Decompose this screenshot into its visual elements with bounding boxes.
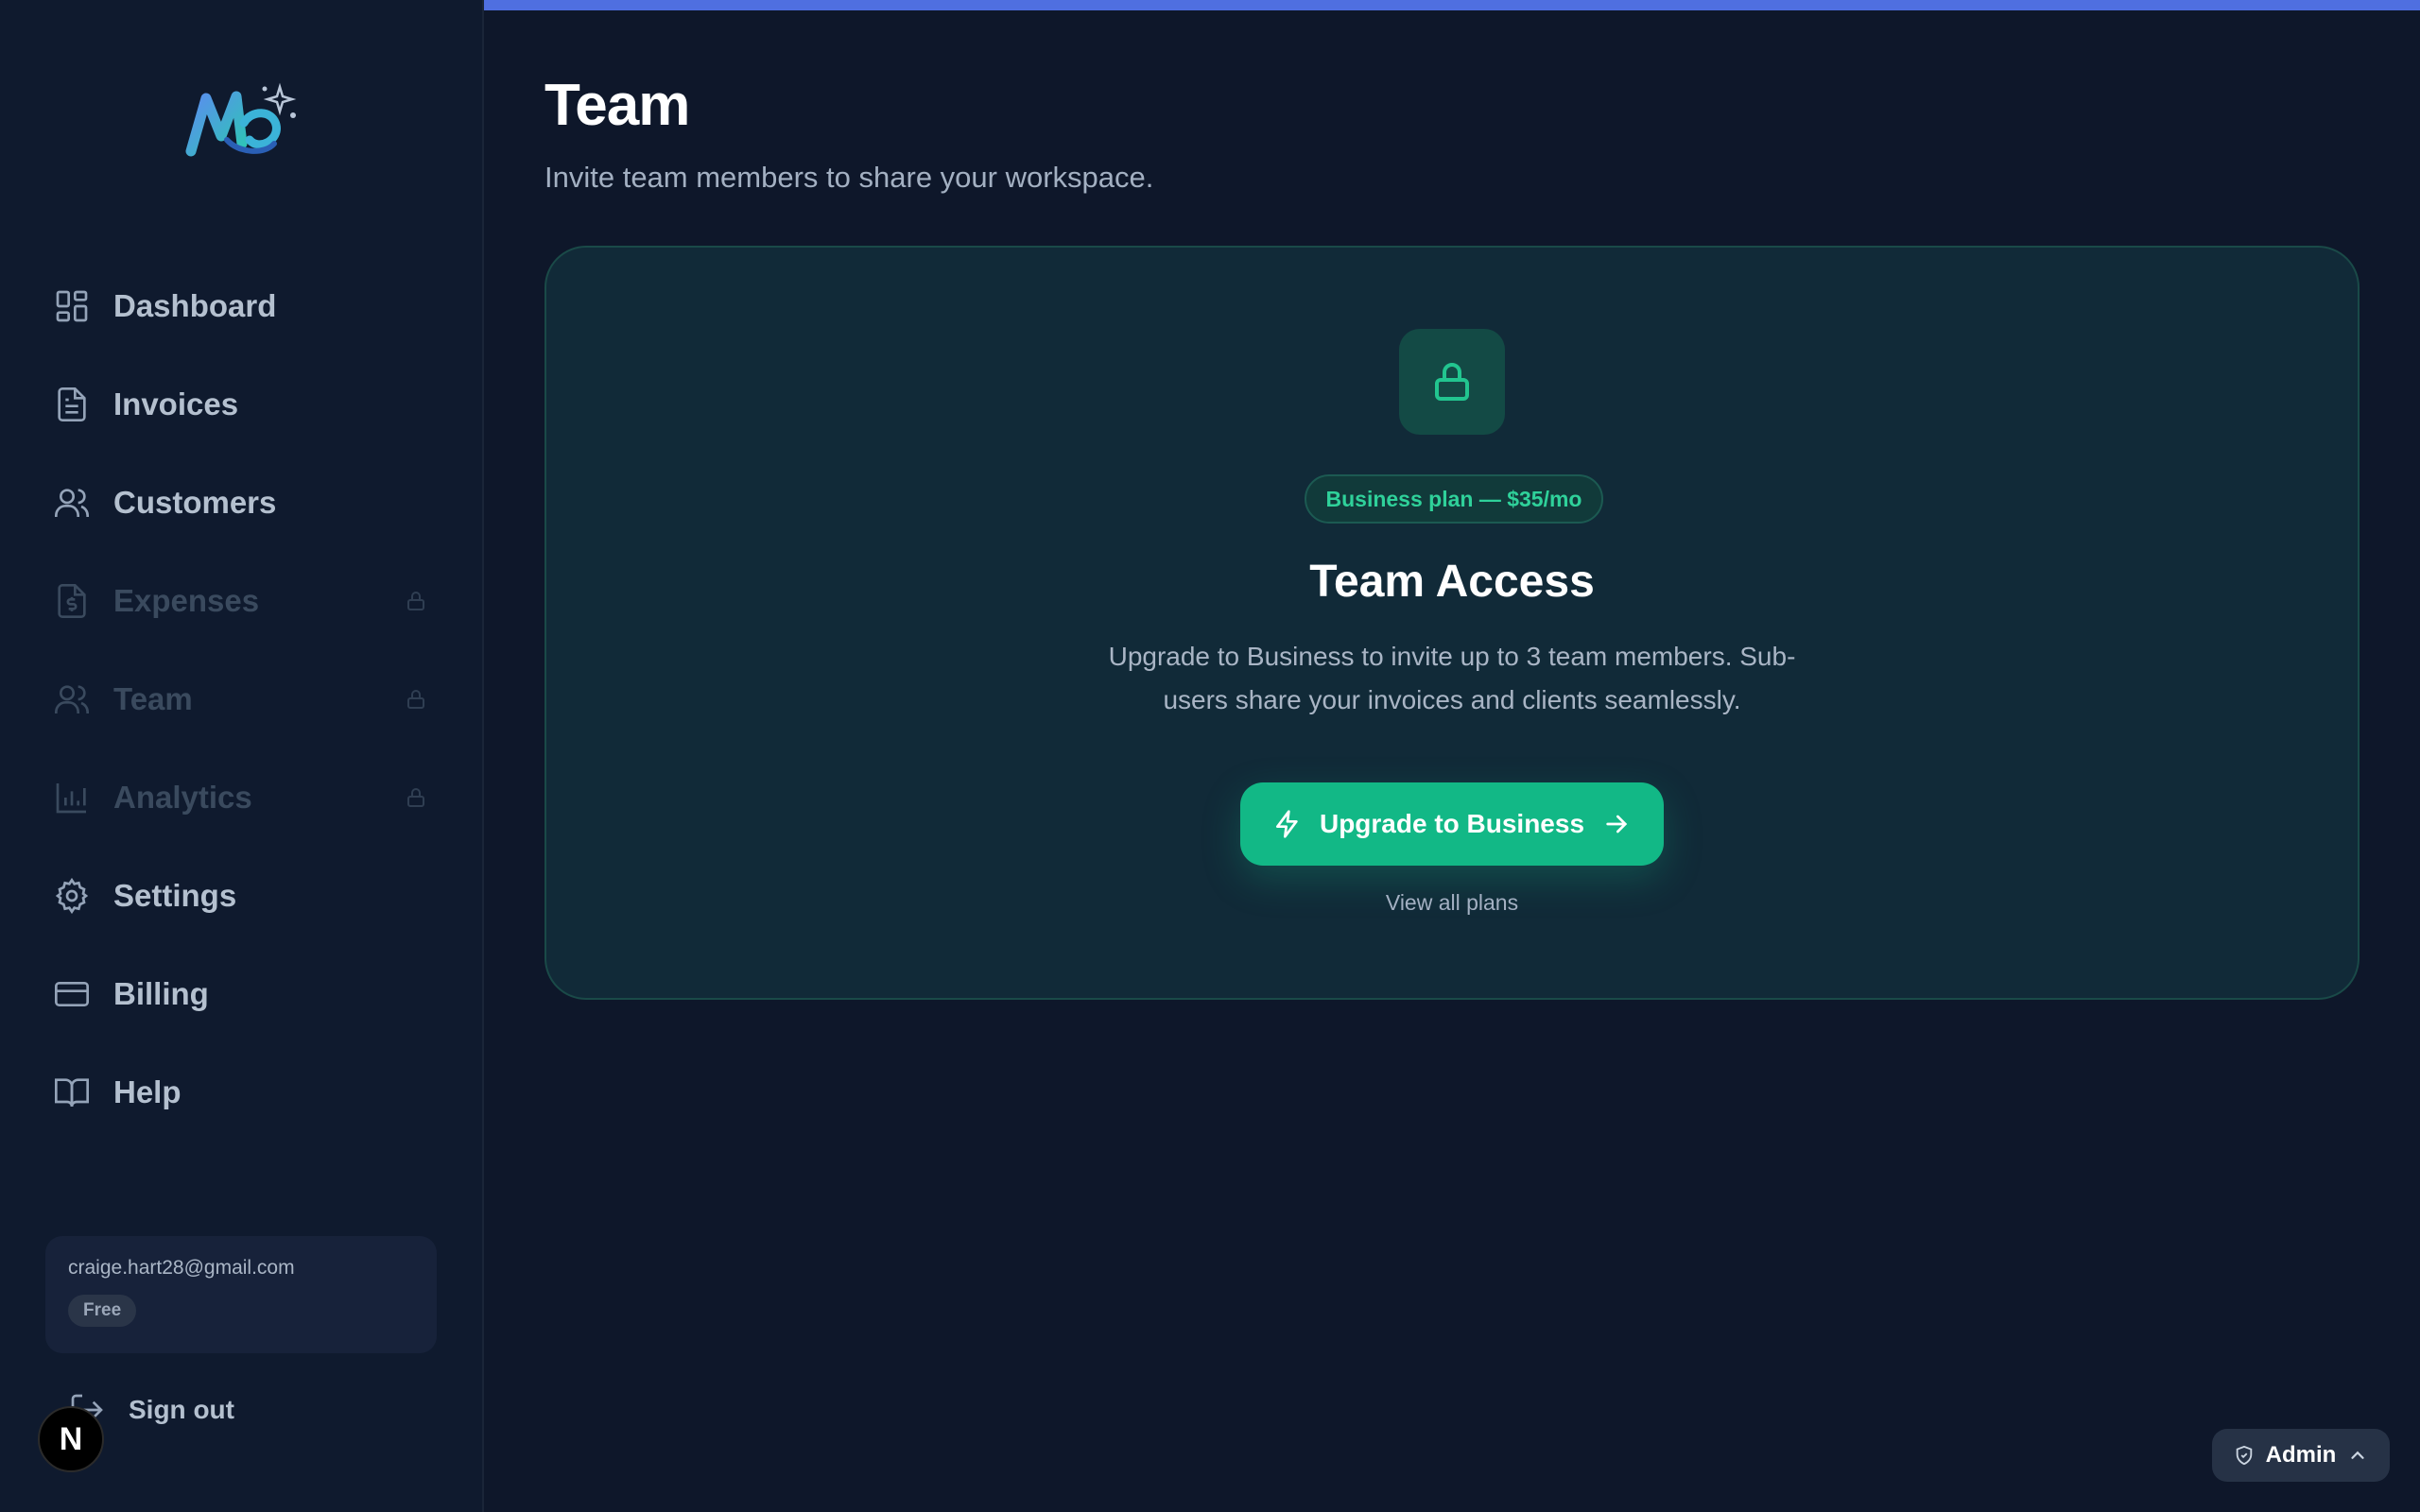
- sidebar-item-analytics[interactable]: Analytics: [0, 748, 484, 847]
- user-email: craige.hart28@gmail.com: [68, 1257, 295, 1279]
- sidebar-item-label: Dashboard: [113, 288, 277, 323]
- book-icon: [55, 1078, 89, 1108]
- sidebar-item-label: Invoices: [113, 387, 239, 421]
- mb-logo-icon[interactable]: [185, 81, 301, 161]
- chevron-up-icon: [2351, 1451, 2364, 1459]
- card-description: Upgrade to Business to invite up to 3 te…: [1108, 642, 1796, 714]
- upgrade-label: Upgrade to Business: [1319, 809, 1585, 838]
- file-text-icon: [58, 387, 86, 421]
- sidebar-item-label: Analytics: [113, 780, 252, 815]
- sidebar-nav: Dashboard Invoices Customers Expenses Te…: [0, 257, 484, 1142]
- sign-out-label: Sign out: [129, 1395, 234, 1424]
- sidebar-item-label: Team: [113, 681, 193, 716]
- admin-label: Admin: [2265, 1442, 2337, 1468]
- team-icon: [55, 685, 89, 713]
- user-card: craige.hart28@gmail.com Free: [45, 1236, 437, 1353]
- upgrade-card: Business plan — $35/mo Team Access Upgra…: [544, 246, 2360, 1000]
- sidebar-item-label: Settings: [113, 878, 237, 913]
- view-all-plans-link[interactable]: View all plans: [546, 890, 2358, 916]
- lock-icon: [407, 788, 424, 807]
- lock-icon: [407, 690, 424, 709]
- page-title: Team: [544, 73, 690, 138]
- admin-button[interactable]: Admin: [2212, 1429, 2390, 1482]
- bar-chart-icon: [56, 783, 86, 814]
- upgrade-to-business-button[interactable]: Upgrade to Business: [1240, 782, 1664, 866]
- shield-icon: [2236, 1445, 2252, 1466]
- app: Dashboard Invoices Customers Expenses Te…: [0, 0, 2420, 1512]
- sidebar-item-label: Customers: [113, 485, 277, 520]
- sidebar-item-settings[interactable]: Settings: [0, 847, 484, 945]
- sidebar-item-billing[interactable]: Billing: [0, 945, 484, 1043]
- receipt-icon: [58, 584, 86, 618]
- sidebar-item-label: Help: [113, 1074, 182, 1109]
- sidebar-item-help[interactable]: Help: [0, 1043, 484, 1142]
- sidebar-item-invoices[interactable]: Invoices: [0, 355, 484, 454]
- lock-tile: [1399, 329, 1505, 435]
- lock-icon: [407, 592, 424, 610]
- users-icon: [55, 489, 89, 517]
- credit-card-icon: [55, 982, 89, 1006]
- sidebar-item-expenses[interactable]: Expenses: [0, 552, 484, 650]
- gear-icon: [55, 877, 89, 915]
- plan-badge: Free: [68, 1295, 137, 1327]
- top-progress-bar: [484, 0, 2420, 10]
- sidebar-item-customers[interactable]: Customers: [0, 454, 484, 552]
- n-badge[interactable]: N: [38, 1406, 104, 1472]
- sidebar-item-team[interactable]: Team: [0, 650, 484, 748]
- sidebar-item-label: Billing: [113, 976, 209, 1011]
- sidebar-item-dashboard[interactable]: Dashboard: [0, 257, 484, 355]
- lock-icon: [1435, 363, 1469, 401]
- arrow-right-icon: [1606, 815, 1628, 833]
- dashboard-icon: [56, 290, 88, 322]
- sidebar: Dashboard Invoices Customers Expenses Te…: [0, 0, 484, 1512]
- page-subtitle: Invite team members to share your worksp…: [544, 161, 1154, 194]
- zap-icon: [1275, 810, 1298, 838]
- card-title: Team Access: [1309, 557, 1595, 607]
- sidebar-item-label: Expenses: [113, 583, 260, 618]
- plan-chip: Business plan — $35/mo: [1305, 474, 1603, 524]
